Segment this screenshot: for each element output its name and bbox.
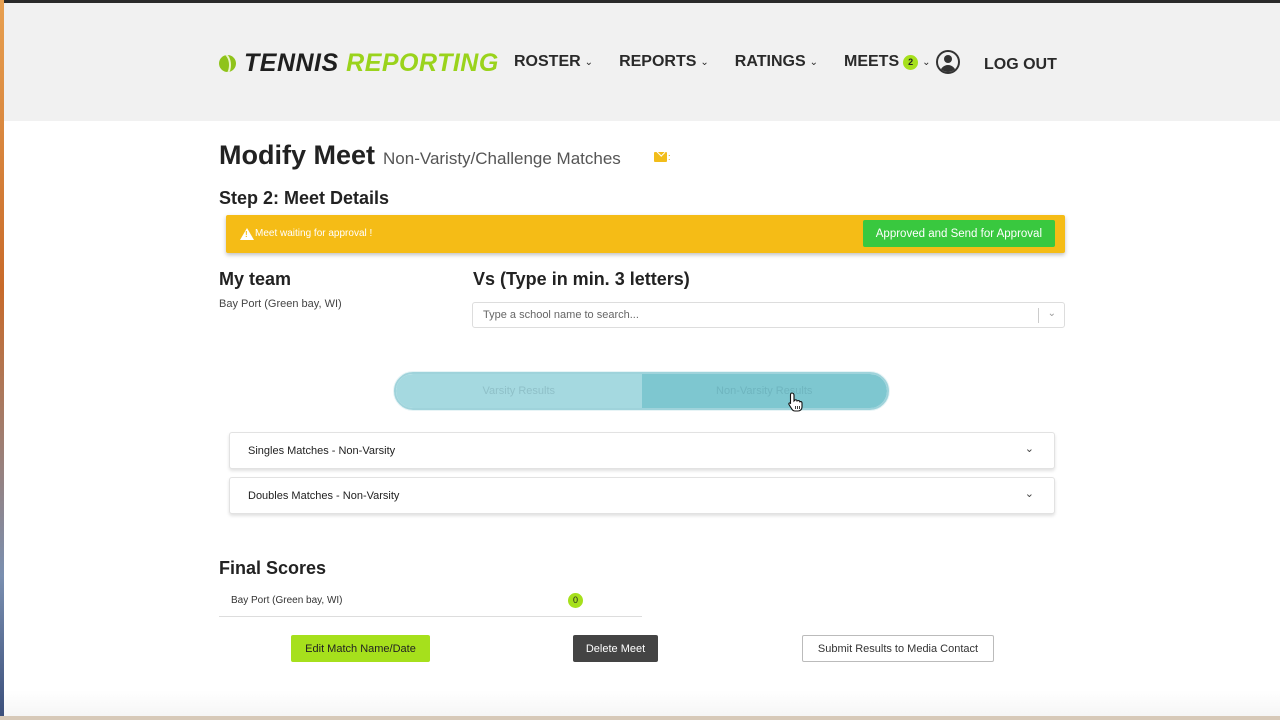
accordion-label: Singles Matches - Non-Varsity — [248, 445, 396, 457]
nav-meets[interactable]: MEETS 2 ⌄ — [844, 53, 931, 71]
logo-text-reporting: REPORTING — [346, 49, 499, 77]
meets-count-badge: 2 — [903, 54, 919, 70]
main-nav: ROSTER ⌄ REPORTS ⌄ RATINGS ⌄ MEETS 2 ⌄ — [514, 53, 957, 71]
final-score-row: Bay Port (Green bay, WI) 0 — [219, 590, 642, 617]
nav-ratings[interactable]: RATINGS ⌄ — [735, 53, 818, 71]
chevron-down-icon: ⌄ — [1024, 488, 1034, 500]
final-scores-heading: Final Scores — [219, 558, 327, 578]
logo-text-tennis: TENNIS — [244, 49, 339, 77]
results-toggle: Varsity Results Non-Varsity Results — [394, 372, 889, 410]
chevron-down-icon: ⌄ — [584, 56, 594, 68]
page-title: Modify Meet — [219, 140, 376, 170]
page-title-group: Modify Meet Non-Varisty/Challenge Matche… — [219, 140, 621, 171]
page-footer-shade — [0, 690, 1280, 716]
toggle-non-varsity-results[interactable]: Non-Varsity Results — [641, 374, 887, 408]
chevron-down-icon: ⌄ — [700, 56, 709, 68]
hand-cursor-icon — [788, 392, 803, 412]
mail-icon[interactable] — [654, 152, 667, 162]
final-score-value: 0 — [568, 593, 583, 608]
accordion-label: Doubles Matches - Non-Varsity — [248, 490, 400, 502]
accordion-singles[interactable]: Singles Matches - Non-Varsity ⌄ — [229, 432, 1055, 469]
nav-reports[interactable]: REPORTS ⌄ — [619, 53, 709, 71]
alert-message: Meet waiting for approval ! — [255, 228, 373, 239]
my-team-value: Bay Port (Green bay, WI) — [219, 298, 342, 310]
nav-roster[interactable]: ROSTER ⌄ — [514, 53, 593, 71]
user-account-icon[interactable] — [936, 50, 960, 74]
tennis-ball-icon — [219, 55, 236, 72]
approve-send-button[interactable]: Approved and Send for Approval — [862, 220, 1055, 247]
logo[interactable]: TENNIS REPORTING — [219, 49, 499, 78]
school-search-input[interactable] — [481, 308, 1025, 322]
edit-match-button[interactable]: Edit Match Name/Date — [291, 635, 430, 662]
window-edge-bottom — [0, 716, 1280, 720]
delete-meet-button[interactable]: Delete Meet — [573, 635, 658, 662]
logout-link[interactable]: LOG OUT — [984, 56, 1057, 74]
my-team-heading: My team — [219, 269, 292, 289]
toggle-varsity-results[interactable]: Varsity Results — [396, 374, 642, 408]
school-search-select[interactable]: ⌄ — [472, 302, 1065, 328]
submit-results-button[interactable]: Submit Results to Media Contact — [802, 635, 994, 662]
select-separator — [1038, 308, 1039, 323]
step-heading: Step 2: Meet Details — [219, 188, 390, 208]
chevron-down-icon[interactable]: ⌄ — [1048, 308, 1056, 319]
site-header: TENNIS REPORTING ROSTER ⌄ REPORTS ⌄ RATING… — [4, 3, 1280, 121]
accordion-doubles[interactable]: Doubles Matches - Non-Varsity ⌄ — [229, 477, 1055, 514]
chevron-down-icon: ⌄ — [1024, 443, 1034, 455]
more-icon: : — [668, 152, 671, 162]
chevron-down-icon: ⌄ — [922, 56, 931, 68]
final-score-team: Bay Port (Green bay, WI) — [231, 595, 343, 606]
window-edge-left — [0, 0, 4, 720]
opponent-heading: Vs (Type in min. 3 letters) — [473, 269, 690, 289]
page-subtitle: Non-Varisty/Challenge Matches — [383, 149, 621, 168]
chevron-down-icon: ⌄ — [809, 56, 818, 68]
approval-alert: ! Meet waiting for approval ! Approved a… — [226, 215, 1065, 253]
